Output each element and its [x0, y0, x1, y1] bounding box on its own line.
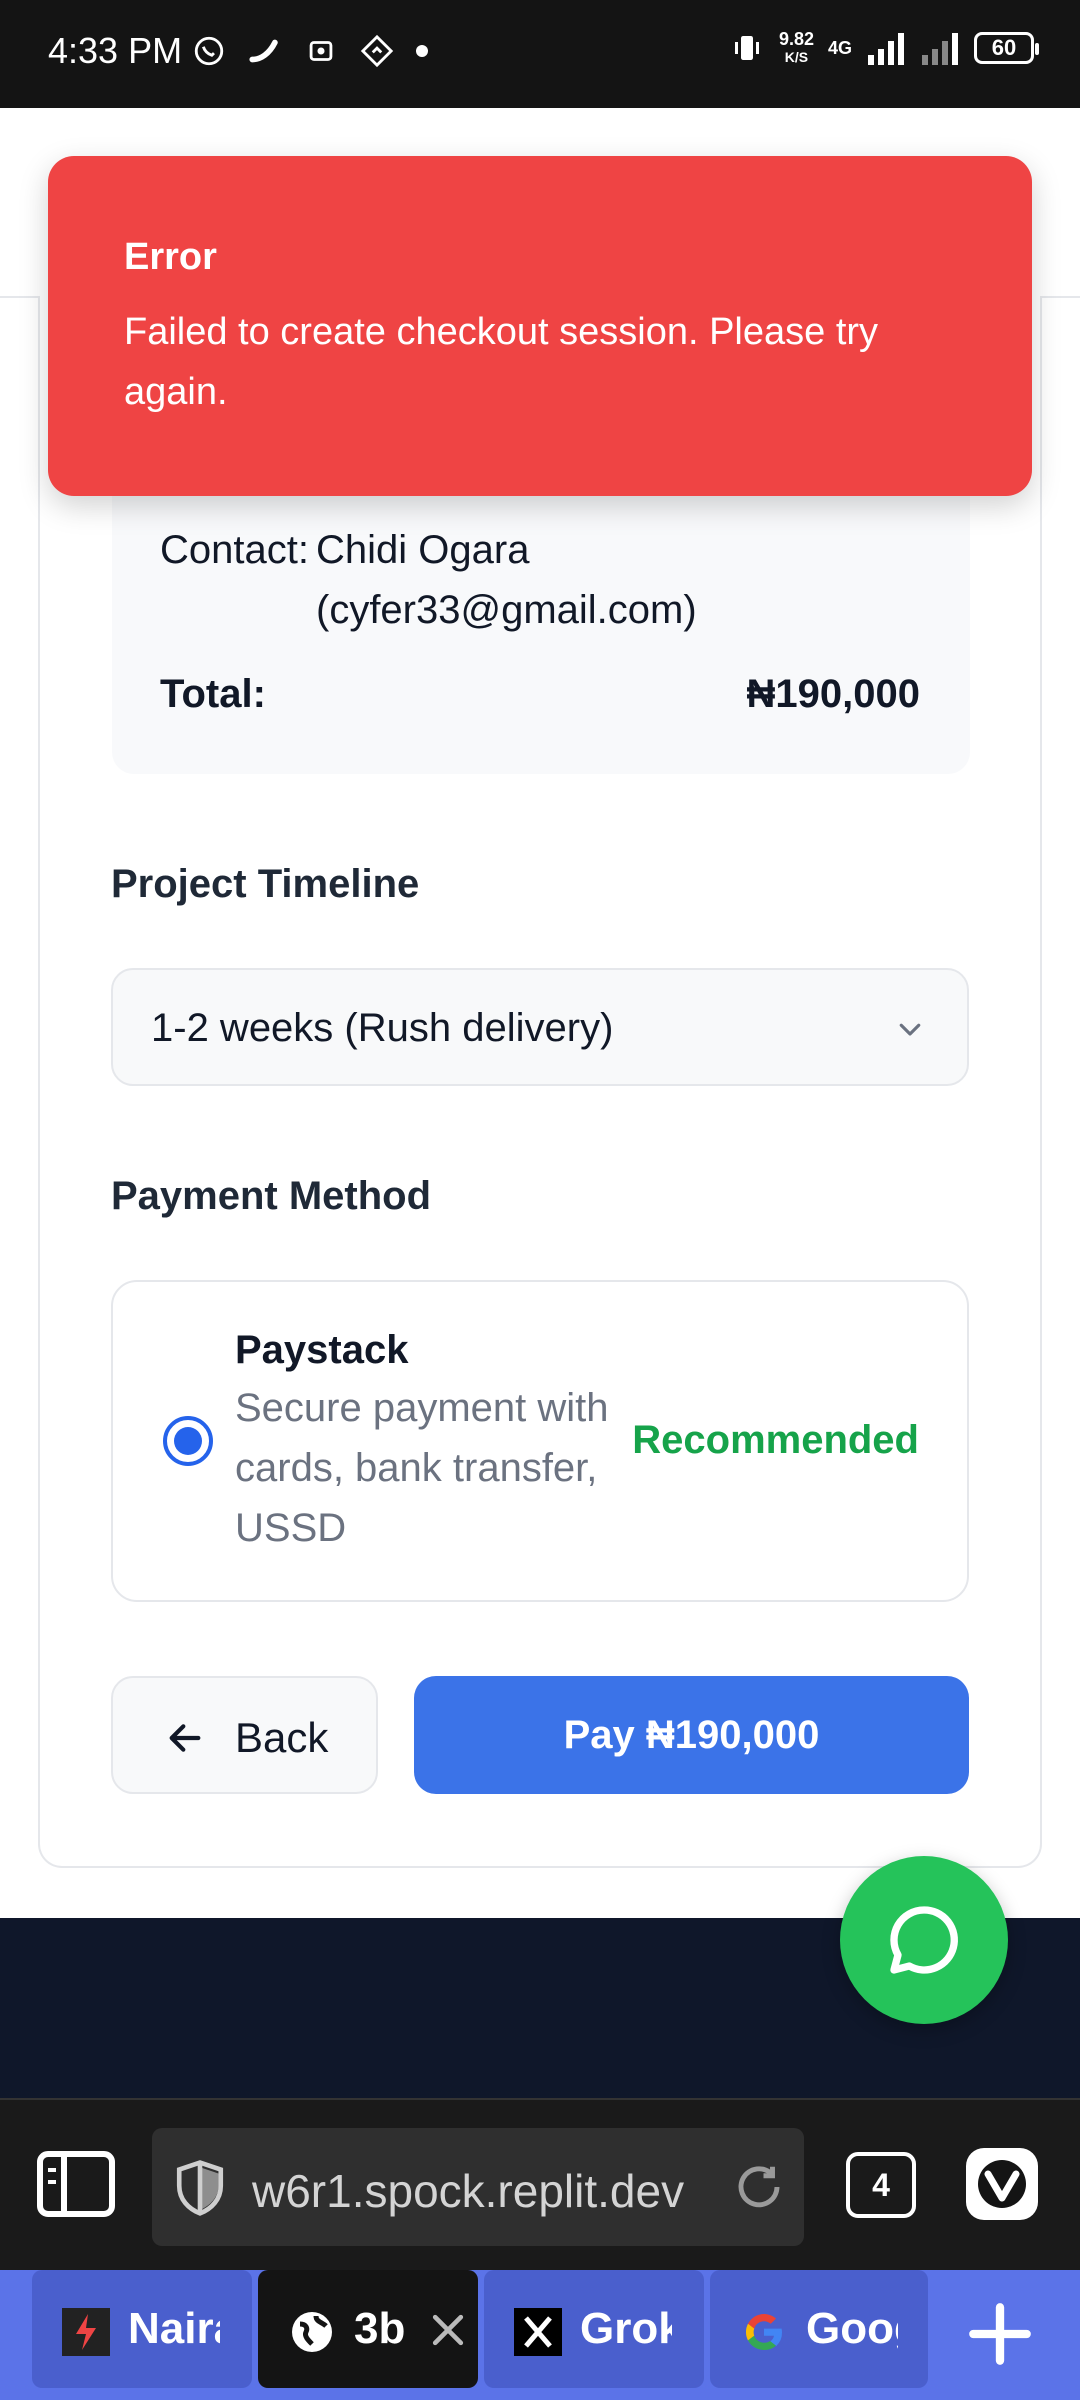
tab-grok[interactable]: Grok — [484, 2270, 704, 2388]
panel-toggle-icon[interactable] — [36, 2150, 116, 2218]
network-speed: 9.82 K/S — [778, 29, 814, 65]
tab-active[interactable]: 3b — [258, 2270, 478, 2388]
timeline-select[interactable]: 1-2 weeks (Rush delivery) — [111, 968, 969, 1086]
status-right: 9.82 K/S 4G 60 — [729, 29, 1039, 66]
vibrate-icon — [734, 36, 759, 60]
contact-name: Chidi Ogara — [316, 528, 530, 572]
timeline-title: Project Timeline — [111, 862, 420, 906]
browser-toolbar: w6r1.spock.replit.dev 4 — [0, 2098, 1080, 2270]
x-icon — [514, 2308, 562, 2356]
back-button[interactable]: Back — [111, 1676, 378, 1794]
whatsapp-chat-button[interactable] — [840, 1856, 1008, 2024]
signal-icon — [868, 33, 904, 65]
tab-switcher-button[interactable]: 4 — [846, 2152, 916, 2218]
globe-icon — [292, 2312, 332, 2352]
address-bar[interactable]: w6r1.spock.replit.dev — [152, 2128, 804, 2246]
chili-icon — [249, 39, 278, 63]
paystack-radio[interactable] — [163, 1416, 213, 1466]
recommended-badge: Recommended — [632, 1418, 919, 1462]
payment-option-description: Secure payment with cards, bank transfer… — [235, 1386, 609, 1550]
tab-title: Naira — [128, 2304, 220, 2353]
status-time: 4:33 PM — [48, 30, 183, 71]
whatsapp-icon — [194, 36, 224, 66]
tab-title: Google — [806, 2304, 898, 2353]
back-button-label: Back — [235, 1714, 329, 1761]
toast-message: Failed to create checkout session. Pleas… — [124, 311, 879, 413]
close-tab-icon[interactable] — [426, 2308, 470, 2352]
contact-label: Contact: — [160, 528, 309, 572]
network-type: 4G — [827, 37, 852, 58]
error-toast: Error Failed to create checkout session.… — [48, 156, 1032, 496]
timeline-selected-value: 1-2 weeks (Rush delivery) — [151, 1006, 614, 1050]
tab-strip: Naira 3b Grok Google — [0, 2270, 1080, 2400]
total-label: Total: — [160, 672, 266, 716]
chevron-down-icon — [899, 1023, 921, 1036]
signal-icon-2 — [922, 33, 958, 65]
screenshot-icon — [309, 41, 333, 61]
google-icon — [745, 2314, 783, 2351]
tab-title: 3b — [354, 2304, 406, 2353]
payment-option-title: Paystack — [235, 1328, 409, 1372]
status-bar: 4:33 PM 9.82 K/S 4G 60 — [0, 0, 1080, 108]
arrow-left-icon — [169, 1724, 201, 1752]
navigation-icon — [360, 34, 394, 68]
new-tab-icon[interactable] — [960, 2294, 1040, 2374]
tab-naira[interactable]: Naira — [32, 2270, 252, 2388]
shield-icon[interactable] — [172, 2158, 228, 2218]
payment-method-title: Payment Method — [111, 1174, 432, 1218]
more-notifications-dot — [416, 45, 428, 57]
total-value: ₦190,000 — [746, 672, 920, 716]
tab-title: Grok — [580, 2304, 672, 2353]
notification-icons — [192, 34, 428, 68]
vivaldi-menu-icon[interactable] — [966, 2148, 1038, 2220]
contact-email: (cyfer33@gmail.com) — [316, 588, 697, 632]
naira-site-icon — [62, 2308, 110, 2356]
pay-button[interactable]: Pay ₦190,000 — [414, 1676, 969, 1794]
battery-indicator: 60 — [974, 32, 1039, 64]
payment-option-paystack[interactable]: Paystack Secure payment with cards, bank… — [111, 1280, 969, 1602]
reload-icon[interactable] — [732, 2160, 786, 2214]
chat-bubble-icon — [890, 1906, 958, 1974]
toast-title: Error — [124, 236, 217, 278]
tab-google[interactable]: Google — [710, 2270, 928, 2388]
